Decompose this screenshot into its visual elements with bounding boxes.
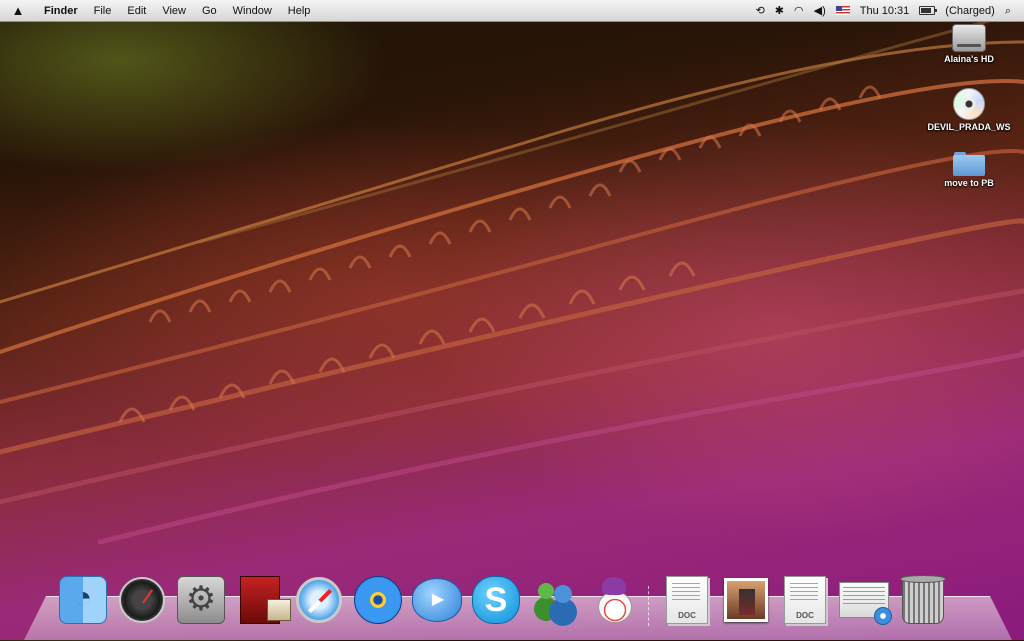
menu-help[interactable]: Help [280, 0, 319, 22]
dock-item-front-row[interactable] [235, 574, 291, 626]
dock-item-photo[interactable] [721, 574, 771, 626]
desktop-icon-label: DEVIL_PRADA_WS [927, 122, 1011, 132]
dock-item-safari[interactable] [294, 574, 344, 626]
dock: DOC DOC [58, 566, 957, 626]
dock-item-adium[interactable] [589, 574, 639, 626]
apple-menu-icon[interactable]: ▲ [10, 3, 26, 18]
document-tag: DOC [796, 611, 814, 620]
photo-icon [724, 578, 768, 622]
desktop-wallpaper [0, 22, 1024, 545]
document-icon: DOC [666, 576, 708, 624]
dashboard-icon [119, 577, 165, 623]
dock-item-ichat[interactable] [412, 574, 463, 626]
adium-icon [591, 577, 637, 623]
spotlight-icon[interactable]: ⌕ [1000, 0, 1016, 22]
trash-icon [900, 575, 946, 624]
dock-item-document-2[interactable]: DOC [780, 574, 830, 626]
hard-drive-icon [952, 24, 986, 52]
desktop-icon-dvd[interactable]: DEVIL_PRADA_WS [924, 88, 1014, 132]
safari-icon [296, 577, 342, 623]
document-tag: DOC [678, 611, 696, 620]
menu-clock[interactable]: Thu 10:31 [855, 0, 915, 22]
battery-icon[interactable] [914, 0, 940, 22]
bluetooth-icon[interactable]: ✱ [770, 0, 789, 22]
folder-icon [953, 152, 985, 176]
volume-icon[interactable]: ◀) [809, 0, 831, 22]
dock-item-dashboard[interactable] [117, 574, 167, 626]
dock-separator[interactable] [648, 586, 653, 626]
menu-go[interactable]: Go [194, 0, 225, 22]
desktop-icon-hd[interactable]: Alaina's HD [924, 24, 1014, 64]
dock-item-document-1[interactable]: DOC [662, 574, 712, 626]
skype-icon [472, 576, 520, 624]
menu-view[interactable]: View [154, 0, 194, 22]
itunes-icon [354, 576, 402, 624]
messenger-icon [532, 577, 578, 623]
dock-item-itunes[interactable] [353, 574, 403, 626]
finder-icon [59, 576, 107, 624]
front-row-icon [240, 576, 291, 624]
wifi-icon[interactable]: ◠ [789, 0, 809, 22]
menu-app-finder[interactable]: Finder [36, 0, 86, 22]
dock-item-window-preview[interactable] [839, 574, 892, 626]
time-machine-icon[interactable]: ⟲ [751, 0, 770, 22]
menu-bar: ▲ Finder File Edit View Go Window Help ⟲… [0, 0, 1024, 22]
window-preview-icon [839, 582, 892, 625]
menu-file[interactable]: File [86, 0, 120, 22]
dvd-icon [953, 88, 985, 120]
dock-item-messenger[interactable] [530, 574, 580, 626]
input-menu-flag-icon[interactable] [831, 0, 855, 22]
desktop-icon-folder[interactable]: move to PB [924, 152, 1014, 188]
dock-item-system-preferences[interactable] [176, 574, 226, 626]
desktop-icon-label: Alaina's HD [944, 54, 994, 64]
document-icon: DOC [784, 576, 826, 624]
menu-edit[interactable]: Edit [119, 0, 154, 22]
desktop-icon-label: move to PB [944, 178, 994, 188]
dock-item-skype[interactable] [471, 574, 521, 626]
battery-status[interactable]: (Charged) [940, 0, 1000, 22]
menu-window[interactable]: Window [225, 0, 280, 22]
ichat-icon [412, 578, 463, 622]
dock-item-trash[interactable] [898, 574, 948, 626]
dock-item-finder[interactable] [58, 574, 108, 626]
system-preferences-icon [177, 576, 225, 624]
